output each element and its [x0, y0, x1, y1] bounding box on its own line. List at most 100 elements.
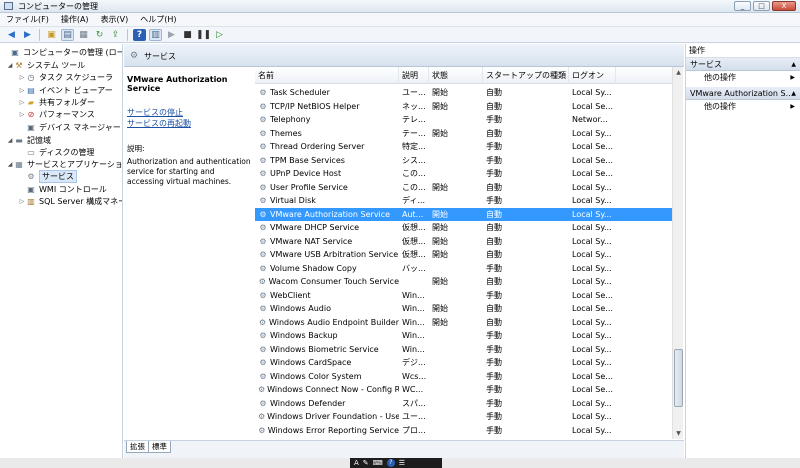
play-icon[interactable]: ▶	[165, 29, 178, 41]
actions-section-selected-service[interactable]: VMware Authorization S... ▲	[686, 87, 800, 100]
service-name: Windows Error Reporting Service	[267, 425, 399, 435]
column-header-description[interactable]: 説明	[399, 67, 429, 84]
scroll-thumb[interactable]	[674, 349, 683, 407]
expand-icon[interactable]: ▷	[18, 111, 26, 118]
expand-icon[interactable]: ◢	[6, 62, 14, 69]
stop-service-link[interactable]: サービスの停止	[127, 107, 250, 118]
ime-mode-icon[interactable]: A	[354, 458, 359, 468]
tree-item-services[interactable]: ⚙ サービス	[18, 169, 77, 183]
tree-item-system-tools[interactable]: ◢ ⚒ システム ツール	[6, 59, 86, 71]
column-header-logon[interactable]: ログオン	[569, 67, 616, 84]
table-row[interactable]: ⚙ Telephony テレ... 手動 Networ...	[255, 113, 672, 127]
table-row[interactable]: ⚙ UPnP Device Host この... 手動 Local Se...	[255, 167, 672, 181]
export-icon[interactable]: ⇪	[109, 29, 122, 41]
menu-help[interactable]: ヘルプ(H)	[140, 14, 176, 25]
menu-file[interactable]: ファイル(F)	[6, 14, 49, 25]
column-header-name[interactable]: 名前	[255, 67, 399, 84]
properties-icon[interactable]: ▦	[77, 29, 90, 41]
up-icon[interactable]: ▣	[45, 29, 58, 41]
minimize-button[interactable]: _	[734, 1, 751, 11]
back-icon[interactable]: ◀	[5, 29, 18, 41]
table-row[interactable]: ⚙ VMware USB Arbitration Service 仮想... 開始 自動…	[255, 248, 672, 262]
table-row[interactable]: ⚙ Windows Connect Now - Config R... WC... 手…	[255, 383, 672, 397]
table-row[interactable]: ⚙ VMware DHCP Service 仮想... 開始 自動 Local Sy...	[255, 221, 672, 235]
actions-section-services[interactable]: サービス ▲	[686, 58, 800, 71]
table-row[interactable]: ⚙ Windows Error Reporting Service プロ... 手動 L…	[255, 424, 672, 438]
menu-view[interactable]: 表示(V)	[101, 14, 129, 25]
expand-icon[interactable]: ◢	[6, 161, 14, 168]
tab-extended[interactable]: 拡張	[126, 441, 149, 453]
table-row[interactable]: ⚙ User Profile Service この... 開始 自動 Local Sy..…	[255, 181, 672, 195]
service-logon-cell: Local Sy...	[572, 209, 612, 219]
scroll-up-icon[interactable]: ▲	[674, 68, 683, 77]
maximize-button[interactable]: □	[753, 1, 770, 11]
tree-item-disk-management[interactable]: ▭ ディスクの管理	[18, 146, 94, 158]
tree-item-label: 記憶域	[27, 135, 51, 145]
gear-icon: ⚙	[259, 196, 267, 206]
service-name: VMware NAT Service	[270, 236, 353, 246]
action-more-actions[interactable]: 他の操作 ▶	[686, 71, 800, 84]
view-icon[interactable]: ▥	[149, 28, 162, 41]
table-row[interactable]: ⚙ Windows Driver Foundation - User... ユー..…	[255, 410, 672, 424]
ime-help-icon[interactable]: ?	[386, 459, 395, 467]
table-row[interactable]: ⚙ Themes テー... 開始 自動 Local Sy...	[255, 127, 672, 141]
ime-tools-icon[interactable]: ✎	[363, 458, 369, 468]
table-row[interactable]: ⚙ Windows Defender スパ... 手動 Local Sy...	[255, 397, 672, 411]
help-icon[interactable]: ?	[133, 28, 146, 41]
scroll-down-icon[interactable]: ▼	[674, 429, 683, 438]
restart-icon[interactable]: ▷	[213, 29, 226, 41]
vertical-scrollbar[interactable]: ▲ ▼	[672, 67, 683, 439]
show-tree-icon[interactable]: ▤	[61, 28, 74, 41]
ime-settings-icon[interactable]: ☰	[399, 458, 405, 468]
service-name-cell: ⚙ Windows Connect Now - Config R...	[255, 385, 399, 394]
collapse-icon[interactable]: ▲	[791, 58, 796, 71]
tree-item-task-scheduler[interactable]: ▷ ◷ タスク スケジューラ	[18, 71, 113, 83]
menu-action[interactable]: 操作(A)	[61, 14, 89, 25]
table-row[interactable]: ⚙ TCP/IP NetBIOS Helper ネッ... 開始 自動 Local Se.…	[255, 100, 672, 114]
tree-item-shared-folders[interactable]: ▷ ▰ 共有フォルダー	[18, 96, 95, 108]
table-row[interactable]: ⚙ VMware NAT Service 仮想... 開始 自動 Local Sy...	[255, 235, 672, 249]
tree-item-sql-server[interactable]: ▷ ▥ SQL Server 構成マネー	[18, 195, 122, 207]
close-button[interactable]: X	[772, 1, 796, 11]
table-row[interactable]: ⚙ Windows CardSpace デジ... 手動 Local Sy...	[255, 356, 672, 370]
table-row[interactable]: ⚙ Windows Audio Win... 開始 自動 Local Se...	[255, 302, 672, 316]
table-row[interactable]: ⚙ Wacom Consumer Touch Service 開始 自動 Local S…	[255, 275, 672, 289]
service-description-cell: テレ...	[402, 115, 426, 125]
tree-item-performance[interactable]: ▷ ⊘ パフォーマンス	[18, 108, 95, 120]
ime-keyboard-icon[interactable]: ⌨	[373, 458, 383, 468]
refresh-icon[interactable]: ↻	[93, 29, 106, 41]
tree-item-services-apps[interactable]: ◢ ▦ サービスとアプリケーション	[6, 158, 122, 170]
table-row[interactable]: ⚙ Thread Ordering Server 特定... 手動 Local Se..…	[255, 140, 672, 154]
expand-icon[interactable]: ▷	[18, 87, 26, 94]
tree-item-device-manager[interactable]: ▣ デバイス マネージャー	[18, 121, 121, 133]
table-row[interactable]: ⚙ WebClient Win... 手動 Local Se...	[255, 289, 672, 303]
tree-item-storage[interactable]: ◢ ▬ 記憶域	[6, 134, 51, 146]
table-row[interactable]: ⚙ Windows Color System Wcs... 手動 Local Se...	[255, 370, 672, 384]
expand-icon[interactable]: ▷	[18, 198, 26, 205]
table-row[interactable]: ⚙ Virtual Disk ディ... 手動 Local Sy...	[255, 194, 672, 208]
restart-service-link[interactable]: サービスの再起動	[127, 118, 250, 129]
expand-icon[interactable]: ▷	[18, 99, 26, 106]
expand-icon[interactable]: ◢	[6, 137, 14, 144]
forward-icon[interactable]: ▶	[21, 29, 34, 41]
service-logon-cell: Networ...	[572, 115, 608, 125]
table-row[interactable]: ⚙ Task Scheduler ユー... 開始 自動 Local Sy...	[255, 86, 672, 100]
tab-standard[interactable]: 標準	[148, 441, 171, 453]
column-header-status[interactable]: 状態	[429, 67, 483, 84]
action-more-actions[interactable]: 他の操作 ▶	[686, 100, 800, 113]
pause-icon[interactable]: ❚❚	[196, 29, 211, 41]
collapse-icon[interactable]: ▲	[791, 87, 796, 100]
table-row[interactable]: ⚙ Windows Backup Win... 手動 Local Sy...	[255, 329, 672, 343]
table-row[interactable]: ⚙ Windows Audio Endpoint Builder Win... 開始 自…	[255, 316, 672, 330]
tree-item-event-viewer[interactable]: ▷ ▤ イベント ビューアー	[18, 84, 113, 96]
table-row[interactable]: ⚙ Volume Shadow Copy バッ... 手動 Local Sy...	[255, 262, 672, 276]
table-row[interactable]: ⚙ VMware Authorization Service Aut... 開始 自動 L…	[255, 207, 672, 221]
table-row[interactable]: ⚙ TPM Base Services シス... 手動 Local Se...	[255, 154, 672, 168]
expand-icon[interactable]: ▷	[18, 74, 26, 81]
tree-item-wmi-control[interactable]: ▣ WMI コントロール	[18, 183, 107, 195]
table-row[interactable]: ⚙ Windows Biometric Service Win... 手動 Local …	[255, 343, 672, 357]
column-header-startup-type[interactable]: スタートアップの種類	[483, 67, 569, 84]
stop-icon[interactable]: ■	[181, 29, 194, 41]
tree-item-computer-management[interactable]: ▣ コンピューターの管理 (ローカ	[2, 46, 122, 58]
service-description-cell: プロ...	[402, 425, 426, 435]
